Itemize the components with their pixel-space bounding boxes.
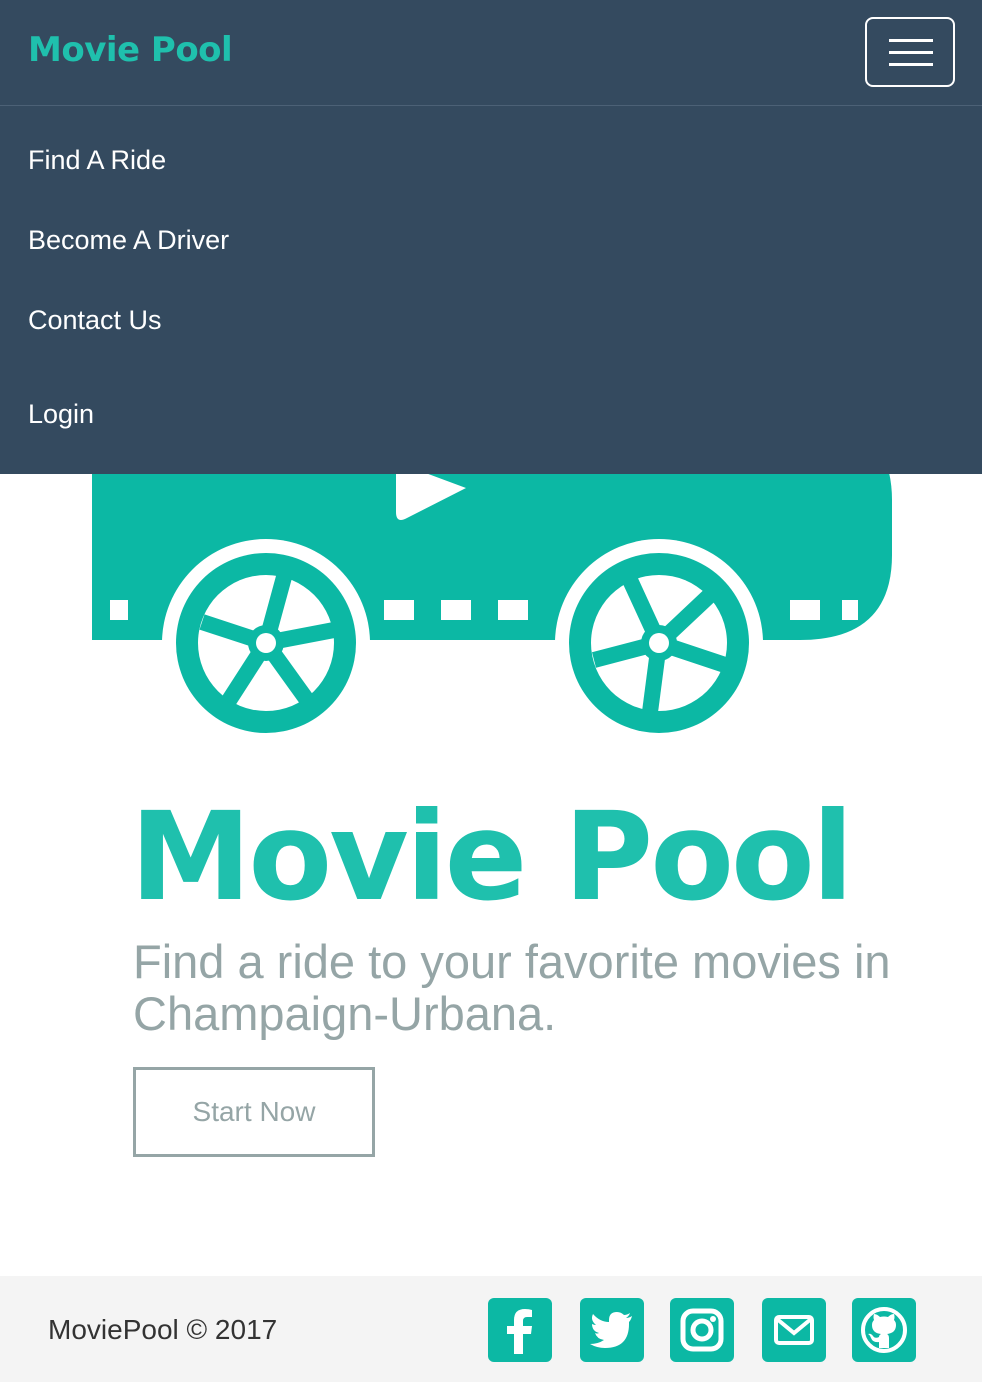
hero-tagline: Find a ride to your favorite movies in C… [133, 935, 891, 1040]
email-icon[interactable] [762, 1298, 826, 1362]
nav-item-find-a-ride[interactable]: Find A Ride [28, 145, 166, 176]
nav-item-login[interactable]: Login [28, 399, 94, 430]
navbar-header: Movie Pool [0, 0, 982, 106]
start-now-button[interactable]: Start Now [133, 1067, 375, 1157]
hero-title: Movie Pool [130, 786, 854, 928]
nav-item-become-a-driver[interactable]: Become A Driver [28, 225, 229, 256]
hamburger-menu-icon [889, 39, 933, 42]
copyright-text: MoviePool © 2017 [48, 1314, 278, 1345]
navbar: Movie Pool Find A Ride Become A Driver C… [0, 0, 982, 474]
github-icon[interactable] [852, 1298, 916, 1362]
nav-item-contact-us[interactable]: Contact Us [28, 305, 162, 336]
page: Movie Pool Find A Ride Become A Driver C… [0, 0, 982, 1382]
footer: MoviePool © 2017 [0, 1276, 982, 1382]
facebook-icon[interactable] [488, 1298, 552, 1362]
instagram-icon[interactable] [670, 1298, 734, 1362]
hamburger-menu-button[interactable] [865, 17, 955, 87]
twitter-icon[interactable] [580, 1298, 644, 1362]
brand-logo[interactable]: Movie Pool [28, 30, 233, 70]
